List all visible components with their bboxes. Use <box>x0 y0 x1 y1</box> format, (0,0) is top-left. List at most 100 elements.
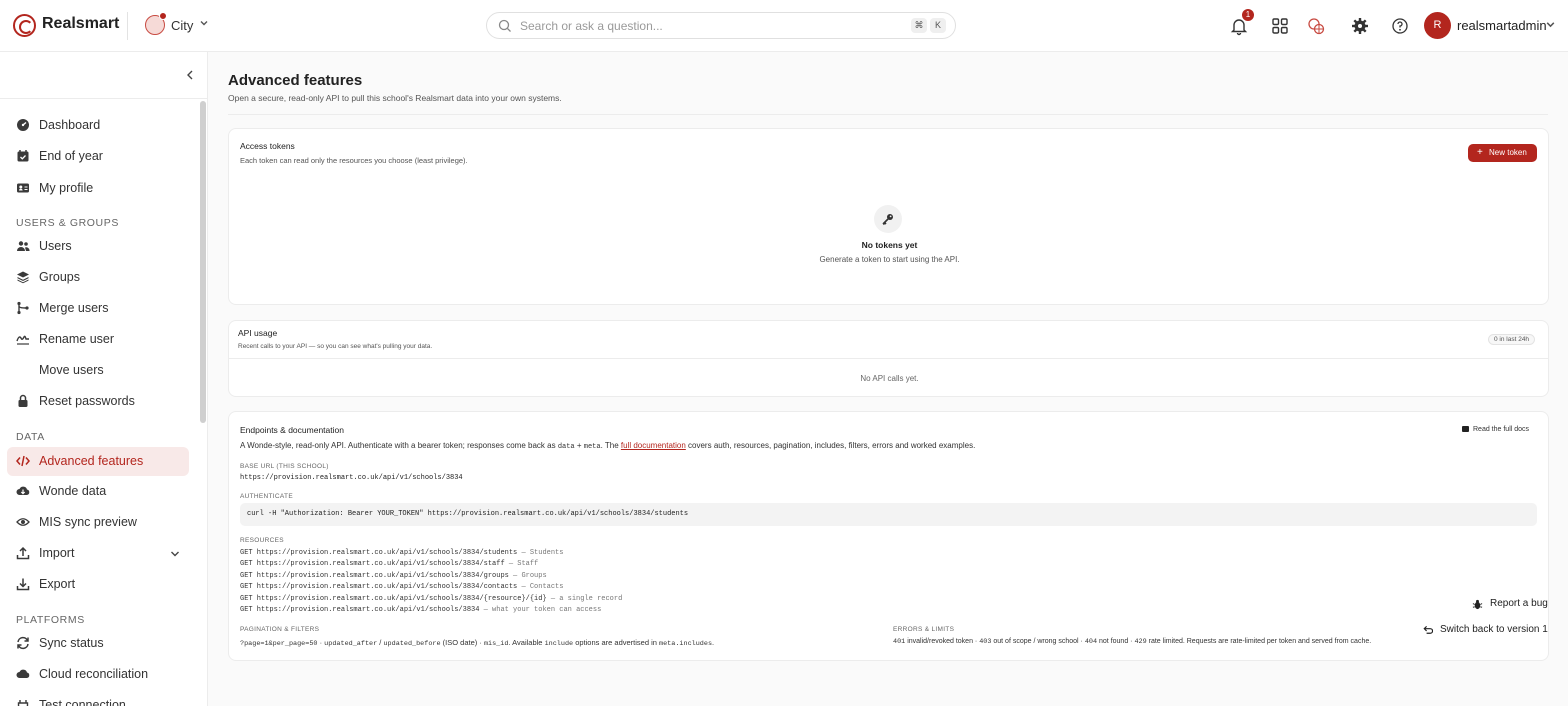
merge-icon <box>17 301 29 315</box>
report-bug-label: Report a bug <box>1490 598 1548 609</box>
apps-grid-icon[interactable] <box>1270 16 1290 36</box>
base-url-label: BASE URL (THIS SCHOOL) <box>240 463 329 470</box>
empty-state-badge <box>874 205 902 233</box>
book-icon <box>1462 426 1469 432</box>
resource-endpoint: GET https://provision.realsmart.co.uk/ap… <box>240 606 602 614</box>
section-header-platforms: PLATFORMS <box>16 614 85 626</box>
search-input[interactable]: Search or ask a question... ⌘ K <box>486 12 956 39</box>
read-full-docs-button[interactable]: Read the full docs <box>1462 426 1529 433</box>
base-url-value: https://provision.realsmart.co.uk/api/v1… <box>240 474 463 482</box>
shortcut-k-key: K <box>930 18 946 33</box>
resource-endpoint: GET https://provision.realsmart.co.uk/ap… <box>240 595 623 603</box>
search-placeholder: Search or ask a question... <box>520 19 663 33</box>
brand-name[interactable]: Realsmart <box>42 15 119 33</box>
read-docs-label: Read the full docs <box>1473 426 1530 433</box>
card-subtitle: Recent calls to your API — so you can se… <box>238 343 433 350</box>
new-token-button[interactable]: + New token <box>1468 144 1537 162</box>
sidebar-item-cloud-reconciliation[interactable]: Cloud reconciliation <box>7 660 189 689</box>
resource-endpoint: GET https://provision.realsmart.co.uk/ap… <box>240 583 564 591</box>
page-subtitle: Open a secure, read-only API to pull thi… <box>228 93 562 103</box>
shortcut-cmd-key: ⌘ <box>911 18 927 33</box>
download-icon <box>16 578 30 591</box>
sidebar-item-label: My profile <box>39 181 94 195</box>
auth-code-block: curl -H "Authorization: Bearer YOUR_TOKE… <box>240 503 1537 526</box>
empty-state-subtitle: Generate a token to start using the API. <box>819 255 960 264</box>
sidebar-item-move-users[interactable]: Move users <box>7 356 189 385</box>
sidebar-item-label: Groups <box>39 270 80 284</box>
errors-text: 401 invalid/revoked token · 403 out of s… <box>893 638 1372 646</box>
sidebar-item-label: Merge users <box>39 301 109 315</box>
sidebar-item-wonde-data[interactable]: Wonde data <box>7 477 189 506</box>
upload-icon <box>16 546 30 560</box>
empty-state-title: No tokens yet <box>861 240 918 250</box>
sidebar-item-export[interactable]: Export <box>7 570 189 599</box>
undo-arrow-icon <box>1423 625 1433 634</box>
settings-gear-icon[interactable] <box>1350 16 1370 36</box>
pagination-text: ?page=1&per_page=50 · updated_after / up… <box>240 638 715 648</box>
calendar-check-icon <box>17 150 29 162</box>
realsmart-logo-icon[interactable] <box>13 14 36 37</box>
sidebar-item-label: Import <box>39 546 75 560</box>
sidebar-item-label: Cloud reconciliation <box>39 667 149 681</box>
collapse-sidebar-icon[interactable] <box>184 69 196 81</box>
sidebar-item-label: Dashboard <box>39 118 101 132</box>
sidebar-item-merge-users[interactable]: Merge users <box>7 294 189 323</box>
cloud-download-icon <box>16 486 30 495</box>
sidebar-scrollbar[interactable] <box>200 101 206 423</box>
chevron-down-icon[interactable] <box>1545 19 1556 30</box>
cloud-icon <box>16 669 30 678</box>
sidebar-item-advanced-features[interactable]: Advanced features <box>7 447 189 476</box>
sidebar-item-rename-user[interactable]: Rename user <box>7 325 189 354</box>
endpoints-docs-card: Endpoints & documentation Read the full … <box>228 411 1549 661</box>
resource-endpoint: GET https://provision.realsmart.co.uk/ap… <box>240 549 564 557</box>
full-documentation-link[interactable]: full documentation <box>621 441 686 450</box>
sidebar-item-label: Users <box>39 239 72 253</box>
sidebar-item-end-of-year[interactable]: End of year <box>7 142 189 171</box>
sidebar-item-my-profile[interactable]: My profile <box>7 174 189 203</box>
sidebar-item-label: Test connection <box>39 698 126 706</box>
username[interactable]: realsmartadmin <box>1457 18 1547 33</box>
plus-icon: + <box>1477 147 1483 158</box>
chevron-down-icon[interactable] <box>169 548 181 560</box>
help-icon[interactable] <box>1390 16 1410 36</box>
card-title: API usage <box>238 328 278 338</box>
card-title: Endpoints & documentation <box>240 425 344 435</box>
call-count-badge: 0 in last 24h <box>1488 334 1536 345</box>
sidebar-item-groups[interactable]: Groups <box>7 263 189 292</box>
top-bar: Realsmart City Search or ask a question.… <box>0 0 1568 52</box>
school-globe-icon[interactable] <box>1306 16 1326 36</box>
authenticate-label: AUTHENTICATE <box>240 493 293 500</box>
sidebar-item-sync-status[interactable]: Sync status <box>7 629 189 658</box>
sidebar-item-dashboard[interactable]: Dashboard <box>7 111 189 140</box>
chevron-down-icon[interactable] <box>199 18 209 28</box>
empty-state-text: No API calls yet. <box>860 374 919 383</box>
resources-label: RESOURCES <box>240 537 284 544</box>
sidebar-item-reset-passwords[interactable]: Reset passwords <box>7 387 189 416</box>
search-icon <box>498 19 511 32</box>
api-usage-card: API usage Recent calls to your API — so … <box>228 320 1549 397</box>
errors-label: ERRORS & LIMITS <box>893 626 955 633</box>
auth-command: curl -H "Authorization: Bearer YOUR_TOKE… <box>247 510 689 518</box>
section-header-data: DATA <box>16 431 45 443</box>
pagination-label: PAGINATION & FILTERS <box>240 626 320 633</box>
sidebar-item-label: Wonde data <box>39 484 107 498</box>
new-token-label: New token <box>1489 148 1527 157</box>
sidebar-item-label: Move users <box>39 363 104 377</box>
sidebar-item-import[interactable]: Import <box>7 539 189 568</box>
api-intro: A Wonde-style, read-only API. Authentica… <box>240 441 976 451</box>
key-icon <box>882 214 893 226</box>
plug-icon <box>17 700 29 706</box>
sidebar-item-mis-sync-preview[interactable]: MIS sync preview <box>7 508 189 537</box>
access-tokens-card: Access tokens Each token can read only t… <box>228 128 1549 305</box>
resource-endpoint: GET https://provision.realsmart.co.uk/ap… <box>240 572 547 580</box>
avatar[interactable]: R <box>1424 12 1451 39</box>
gauge-icon <box>17 119 29 131</box>
sidebar-item-users[interactable]: Users <box>7 232 189 261</box>
school-switcher[interactable]: City <box>171 18 193 33</box>
resource-endpoint: GET https://provision.realsmart.co.uk/ap… <box>240 560 539 568</box>
section-header-users-groups: USERS & GROUPS <box>16 217 119 229</box>
code-icon <box>16 455 30 467</box>
sidebar-item-test-connection[interactable]: Test connection <box>7 691 189 706</box>
lock-icon <box>18 394 28 407</box>
signature-icon <box>16 335 29 345</box>
